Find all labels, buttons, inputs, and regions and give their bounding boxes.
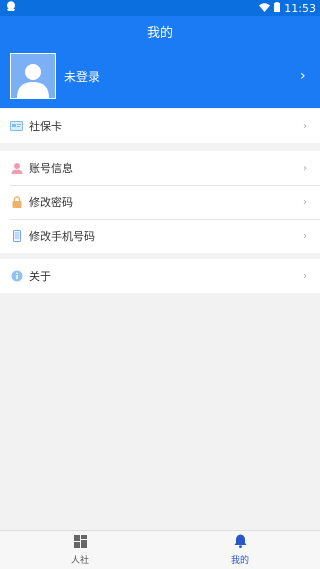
- about-section: 关于 ›: [0, 259, 320, 293]
- avatar-placeholder-icon: [10, 53, 56, 99]
- header: 我的 未登录 ›: [0, 16, 320, 108]
- tab-label: 我的: [230, 556, 249, 566]
- grid-icon: [73, 534, 87, 551]
- user-icon: [10, 162, 23, 175]
- chevron-right-icon: ›: [303, 270, 307, 282]
- tab-mine[interactable]: 我的: [160, 531, 320, 569]
- page-title: 我的: [146, 25, 173, 41]
- battery-icon: [274, 1, 281, 15]
- notification-app-icon: [6, 1, 16, 15]
- chevron-right-icon: ›: [303, 196, 307, 208]
- info-icon: [10, 270, 23, 283]
- bottom-tab-bar: 人社 我的: [0, 530, 320, 569]
- card-icon: [10, 120, 23, 133]
- chevron-right-icon: ›: [300, 68, 306, 84]
- login-status-text: 未登录: [64, 69, 101, 84]
- lock-icon: [10, 196, 23, 209]
- menu-item-account-info[interactable]: 账号信息 ›: [0, 151, 320, 185]
- menu-item-change-phone[interactable]: 修改手机号码 ›: [0, 219, 320, 253]
- account-section: 账号信息 › 修改密码 › 修改手机号码 ›: [0, 151, 320, 253]
- status-time: 11:53: [284, 1, 316, 15]
- tab-label: 人社: [70, 555, 89, 566]
- menu-item-about[interactable]: 关于 ›: [0, 259, 320, 293]
- menu-item-label: 关于: [29, 270, 51, 283]
- chevron-right-icon: ›: [303, 230, 307, 242]
- menu-item-label: 账号信息: [29, 162, 73, 175]
- menu-item-social-security-card[interactable]: 社保卡 ›: [0, 109, 320, 143]
- bell-icon: [234, 534, 247, 551]
- status-bar: 11:53: [0, 0, 320, 16]
- phone-icon: [10, 230, 23, 243]
- menu-item-label: 修改密码: [29, 196, 73, 209]
- menu-item-label: 社保卡: [29, 120, 62, 133]
- menu-item-label: 修改手机号码: [29, 230, 95, 243]
- chevron-right-icon: ›: [303, 120, 307, 132]
- menu-item-change-password[interactable]: 修改密码 ›: [0, 185, 320, 219]
- chevron-right-icon: ›: [303, 162, 307, 174]
- wifi-icon: [259, 2, 271, 15]
- tab-renshe[interactable]: 人社: [0, 531, 160, 569]
- card-section: 社保卡 ›: [0, 109, 320, 143]
- profile-row[interactable]: 未登录 ›: [0, 50, 320, 102]
